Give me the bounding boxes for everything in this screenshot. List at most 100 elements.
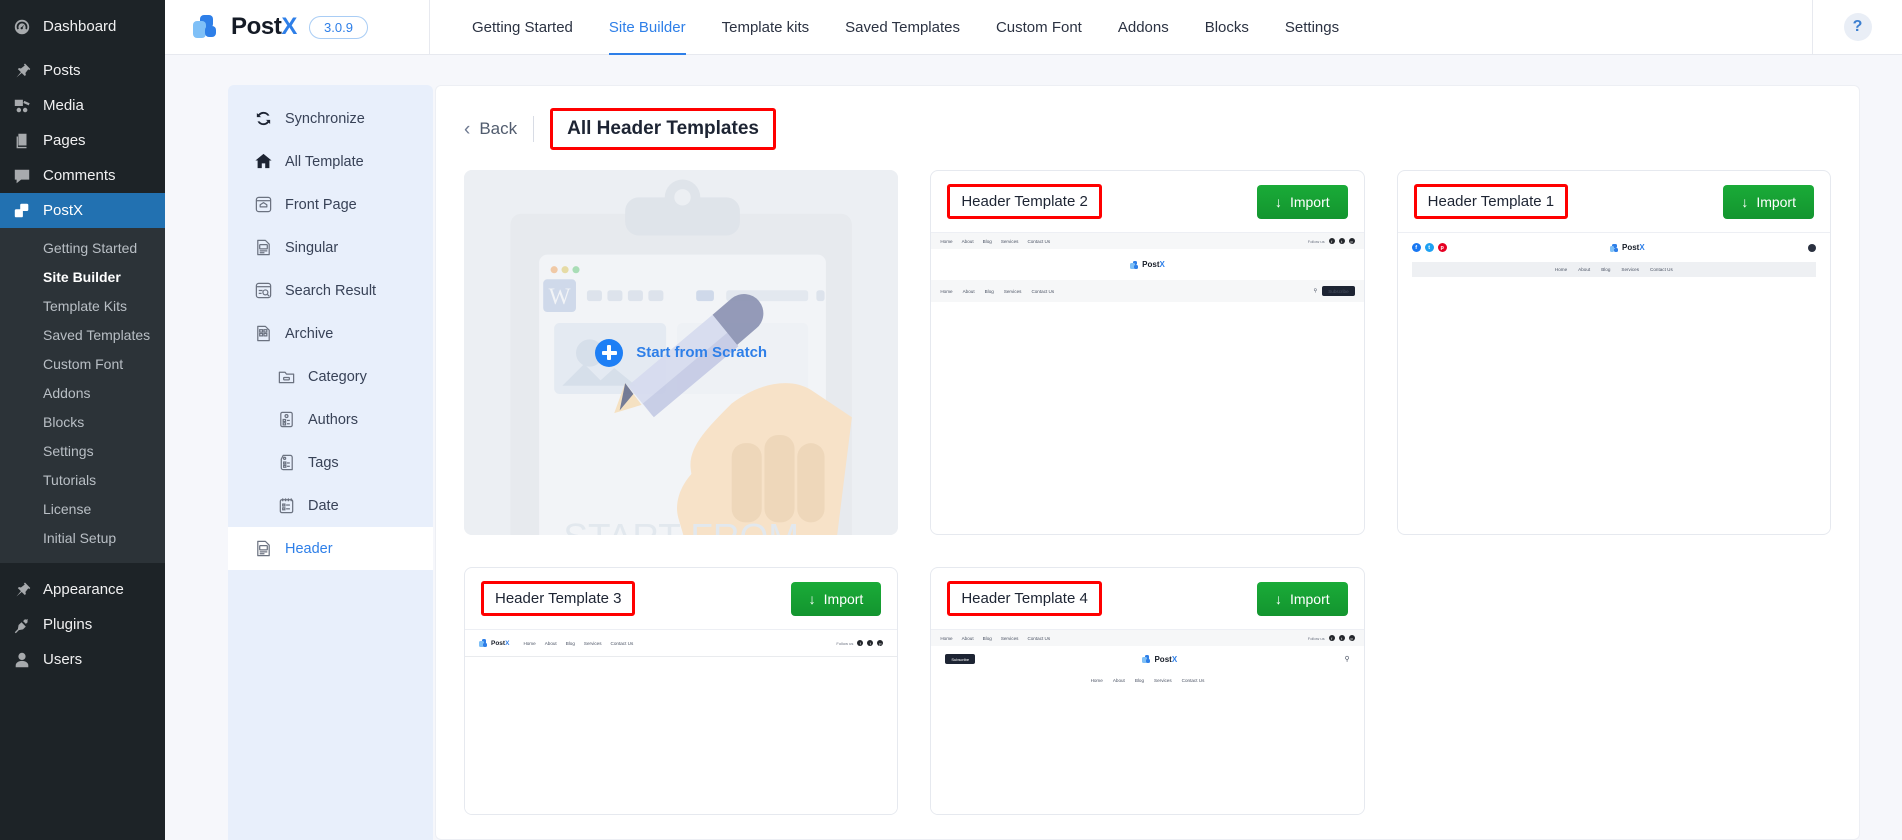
header-divider: [533, 116, 535, 142]
tab-custom-font[interactable]: Custom Font: [978, 0, 1100, 55]
template-card-header-template-2[interactable]: Header Template 2 ↓ Import Home About Bl…: [930, 170, 1365, 535]
preview-nav-item: Contact Us: [1027, 635, 1051, 641]
postx-logo-icon: [1130, 260, 1139, 269]
preview-topbar: Home About Blog Services Contact Us Foll…: [931, 233, 1364, 249]
templates-scroll-area[interactable]: W START FROM Start from Scratch Header T…: [436, 170, 1859, 839]
back-button[interactable]: ‹ Back: [464, 119, 517, 139]
submenu-initial-setup[interactable]: Initial Setup: [0, 524, 165, 553]
twitter-icon: t: [867, 640, 874, 646]
card-header: Header Template 3 ↓ Import: [465, 568, 897, 629]
preview-menu-item: Blog: [984, 288, 994, 294]
start-from-scratch-cta[interactable]: Start from Scratch: [595, 338, 767, 367]
download-icon: ↓: [1741, 193, 1749, 210]
builder-item-label: Front Page: [285, 196, 357, 213]
submenu-settings[interactable]: Settings: [0, 437, 165, 466]
sidebar-item-media[interactable]: Media: [0, 88, 165, 123]
preview-menu-item: Contact Us: [1031, 288, 1055, 294]
preview-logo-text: PostX: [1621, 243, 1645, 252]
builder-item-archive[interactable]: Archive: [228, 312, 433, 355]
main-area: PostX 3.0.9 Getting Started Site Builder…: [165, 0, 1902, 840]
preview-logo-text: PostX: [1142, 260, 1165, 269]
dark-mode-toggle-icon: [1808, 243, 1816, 252]
template-card-header-template-4[interactable]: Header Template 4 ↓ Import Home About Bl…: [930, 567, 1365, 815]
builder-item-tags[interactable]: Tags: [228, 441, 433, 484]
submenu-template-kits[interactable]: Template Kits: [0, 292, 165, 321]
tab-getting-started[interactable]: Getting Started: [454, 0, 591, 55]
preview-menubar: Home About Blog Services Contact Us: [1411, 262, 1816, 277]
sidebar-item-appearance[interactable]: Appearance: [0, 572, 165, 607]
singular-icon: [253, 237, 274, 258]
tab-addons[interactable]: Addons: [1100, 0, 1187, 55]
builder-menu: Synchronize All Template Front Page Sing…: [228, 85, 433, 840]
sidebar-item-plugins[interactable]: Plugins: [0, 607, 165, 642]
preview-logo: PostX: [931, 249, 1363, 280]
preview-nav: Home About Blog Services Contact Us: [523, 641, 633, 646]
builder-item-header[interactable]: Header: [228, 527, 433, 570]
sidebar-item-label: Posts: [43, 62, 81, 79]
preview-nav-item: Services: [583, 640, 602, 646]
import-button[interactable]: ↓ Import: [1256, 581, 1348, 616]
sidebar-item-dashboard[interactable]: Dashboard: [0, 9, 165, 44]
builder-menu-column: Synchronize All Template Front Page Sing…: [165, 55, 435, 840]
builder-item-singular[interactable]: Singular: [228, 226, 433, 269]
sidebar-item-pages[interactable]: Pages: [0, 123, 165, 158]
template-card-header-template-3[interactable]: Header Template 3 ↓ Import PostX Home Ab…: [464, 567, 899, 815]
media-icon: [12, 96, 32, 116]
builder-item-date[interactable]: Date: [228, 484, 433, 527]
template-card-header-template-1[interactable]: Header Template 1 ↓ Import f t p PostX H…: [1396, 170, 1831, 535]
sidebar-item-posts[interactable]: Posts: [0, 53, 165, 88]
import-button[interactable]: ↓ Import: [1723, 184, 1814, 219]
builder-item-label: Singular: [285, 239, 339, 256]
sidebar-item-users[interactable]: Users: [0, 642, 165, 677]
template-preview: Home About Blog Services Contact Us Foll…: [931, 232, 1364, 532]
postx-logo-icon: [479, 639, 488, 647]
sidebar-item-comments[interactable]: Comments: [0, 158, 165, 193]
submenu-custom-font[interactable]: Custom Font: [0, 350, 165, 379]
import-button[interactable]: ↓ Import: [1256, 184, 1348, 219]
chevron-left-icon: ‹: [464, 118, 471, 140]
builder-item-front-page[interactable]: Front Page: [228, 183, 433, 226]
submenu-site-builder[interactable]: Site Builder: [0, 263, 165, 292]
svg-text:START FROM: START FROM: [563, 517, 799, 535]
sidebar-item-postx[interactable]: PostX: [0, 193, 165, 228]
card-header: Header Template 1 ↓ Import: [1398, 171, 1830, 232]
submenu-tutorials[interactable]: Tutorials: [0, 466, 165, 495]
submenu-blocks[interactable]: Blocks: [0, 408, 165, 437]
builder-item-label: All Template: [285, 153, 364, 170]
card-header: Header Template 4 ↓ Import: [931, 568, 1363, 629]
tab-blocks[interactable]: Blocks: [1187, 0, 1267, 55]
preview-follow-label: Follow us: [836, 640, 854, 646]
submenu-license[interactable]: License: [0, 495, 165, 524]
builder-item-all-template[interactable]: All Template: [228, 140, 433, 183]
preview-logo: PostX: [1142, 655, 1177, 664]
builder-item-search-result[interactable]: Search Result: [228, 269, 433, 312]
users-icon: [12, 650, 32, 670]
preview-nav-item: Blog: [982, 635, 992, 641]
facebook-icon: f: [1328, 635, 1335, 641]
import-button[interactable]: ↓ Import: [790, 581, 882, 616]
body-split: Synchronize All Template Front Page Sing…: [165, 55, 1902, 840]
brand-block: PostX 3.0.9: [165, 0, 430, 55]
sidebar-item-label: PostX: [43, 202, 84, 219]
pinterest-icon: p: [1348, 238, 1355, 244]
tab-saved-templates[interactable]: Saved Templates: [827, 0, 978, 55]
submenu-getting-started[interactable]: Getting Started: [0, 234, 165, 263]
appearance-icon: [12, 580, 32, 600]
builder-item-category[interactable]: Category: [228, 355, 433, 398]
submenu-addons[interactable]: Addons: [0, 379, 165, 408]
builder-item-synchronize[interactable]: Synchronize: [228, 97, 433, 140]
tab-site-builder[interactable]: Site Builder: [591, 0, 704, 55]
preview-nav: Home About Blog Services Contact Us: [940, 636, 1050, 641]
help-icon[interactable]: ?: [1843, 13, 1872, 41]
preview-logo: PostX: [479, 639, 509, 647]
tab-settings[interactable]: Settings: [1267, 0, 1357, 55]
postx-icon: [12, 201, 32, 221]
submenu-saved-templates[interactable]: Saved Templates: [0, 321, 165, 350]
pinterest-icon: p: [1348, 635, 1355, 641]
authors-icon: [276, 409, 297, 430]
start-from-scratch-card[interactable]: W START FROM Start from Scratch: [464, 170, 899, 535]
builder-item-label: Authors: [308, 411, 358, 428]
tab-template-kits[interactable]: Template kits: [704, 0, 828, 55]
builder-item-authors[interactable]: Authors: [228, 398, 433, 441]
